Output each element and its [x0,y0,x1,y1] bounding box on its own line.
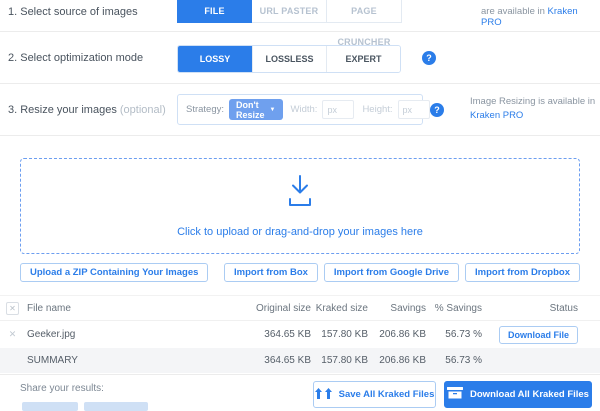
save-all-label: Save All Kraked Files [339,389,435,400]
height-input[interactable] [398,100,430,119]
download-all-kraked-files-button[interactable]: Download All Kraked Files [444,381,592,408]
summary-row: SUMMARY 364.65 KB 157.80 KB 206.86 KB 56… [0,348,600,373]
width-input[interactable] [322,100,354,119]
footer: Share your results: Save All Kraked File… [0,374,600,406]
optimization-modes: LOSSY LOSSLESS EXPERT [177,45,401,73]
mode-lossy[interactable]: LOSSY [178,46,252,72]
row-status-cell: Download File [482,326,578,344]
strategy-dropdown[interactable]: Don't Resize ▼ [229,99,282,120]
step2-label: 2. Select optimization mode [8,52,143,64]
row-file-name: Geeker.jpg [27,329,75,340]
step3-optional-text: (optional) [120,104,166,116]
download-arrow-icon [279,174,321,213]
import-actions-row: Upload a ZIP Containing Your Images Impo… [20,263,580,282]
import-from-google-drive-button[interactable]: Import from Google Drive [324,263,459,282]
source-tabs: FILE UPLOADER URL PASTER PAGE CRUNCHER [177,0,402,23]
pro-note-resize-text: Image Resizing is available in [470,96,595,107]
dropzone-text: Click to upload or drag-and-drop your im… [177,226,423,238]
chevron-down-icon: ▼ [270,107,276,113]
header-kraked-size: Kraked size [311,303,368,314]
header-original-size: Original size [241,303,311,314]
pro-note-resize: Image Resizing is available in Kraken PR… [470,95,595,123]
row-kraked-size: 157.80 KB [311,329,368,340]
row-pct-savings: 56.73 % [426,329,482,340]
header-pct-savings: % Savings [426,303,482,314]
tab-page-cruncher[interactable]: PAGE CRUNCHER [327,0,402,23]
download-file-button[interactable]: Download File [499,326,578,344]
save-all-icon [315,388,332,402]
import-from-dropbox-button[interactable]: Import from Dropbox [465,263,580,282]
help-icon[interactable]: ? [422,51,436,65]
header-status: Status [482,303,578,314]
strategy-dropdown-value: Don't Resize [236,100,265,120]
resize-panel: Strategy: Don't Resize ▼ Width: Height: [177,94,423,125]
tab-url-paster[interactable]: URL PASTER [252,0,327,23]
save-all-kraked-files-button[interactable]: Save All Kraked Files [313,381,436,408]
import-from-box-button[interactable]: Import from Box [224,263,318,282]
table-row: ✕ Geeker.jpg 364.65 KB 157.80 KB 206.86 … [0,321,600,348]
kraken-pro-link-2[interactable]: Kraken PRO [470,110,523,121]
summary-label-cell: SUMMARY [6,355,241,366]
share-results-label: Share your results: [20,383,104,394]
upload-zip-button[interactable]: Upload a ZIP Containing Your Images [20,263,208,282]
tab-file-uploader[interactable]: FILE UPLOADER [177,0,252,23]
step3-label-text: 3. Resize your images [8,104,117,116]
share-button-2[interactable] [84,402,148,411]
header-file-name-label: File name [27,303,71,314]
strategy-label: Strategy: [186,104,224,115]
step1-source-row: 1. Select source of images FILE UPLOADER… [0,0,600,32]
pro-note-sources-text: are available in [481,6,545,17]
summary-pct-savings: 56.73 % [426,355,482,366]
mode-expert[interactable]: EXPERT [326,46,400,72]
summary-label: SUMMARY [27,355,78,366]
pro-note-sources: are available in Kraken PRO [481,6,600,28]
download-all-label: Download All Kraked Files [470,389,589,400]
row-savings: 206.86 KB [368,329,426,340]
table-header-row: ✕ File name Original size Kraked size Sa… [0,296,600,321]
summary-original-size: 364.65 KB [241,355,311,366]
header-file-name: ✕ File name [6,302,241,315]
step3-resize-row: 3. Resize your images (optional) Strateg… [0,84,600,136]
row-file-cell: ✕ Geeker.jpg [6,329,241,340]
help-icon[interactable]: ? [430,103,444,117]
results-table: ✕ File name Original size Kraked size Sa… [0,295,600,373]
height-label: Height: [362,104,392,115]
row-original-size: 364.65 KB [241,329,311,340]
header-savings: Savings [368,303,426,314]
width-label: Width: [291,104,318,115]
share-button-1[interactable] [22,402,78,411]
summary-savings: 206.86 KB [368,355,426,366]
upload-dropzone[interactable]: Click to upload or drag-and-drop your im… [20,158,580,254]
mode-lossless[interactable]: LOSSLESS [252,46,326,72]
step1-label: 1. Select source of images [8,6,138,18]
step2-mode-row: 2. Select optimization mode LOSSY LOSSLE… [0,32,600,84]
remove-all-icon[interactable]: ✕ [6,302,19,315]
step3-label: 3. Resize your images (optional) [8,104,166,116]
summary-kraked-size: 157.80 KB [311,355,368,366]
remove-file-icon[interactable]: ✕ [6,329,19,340]
